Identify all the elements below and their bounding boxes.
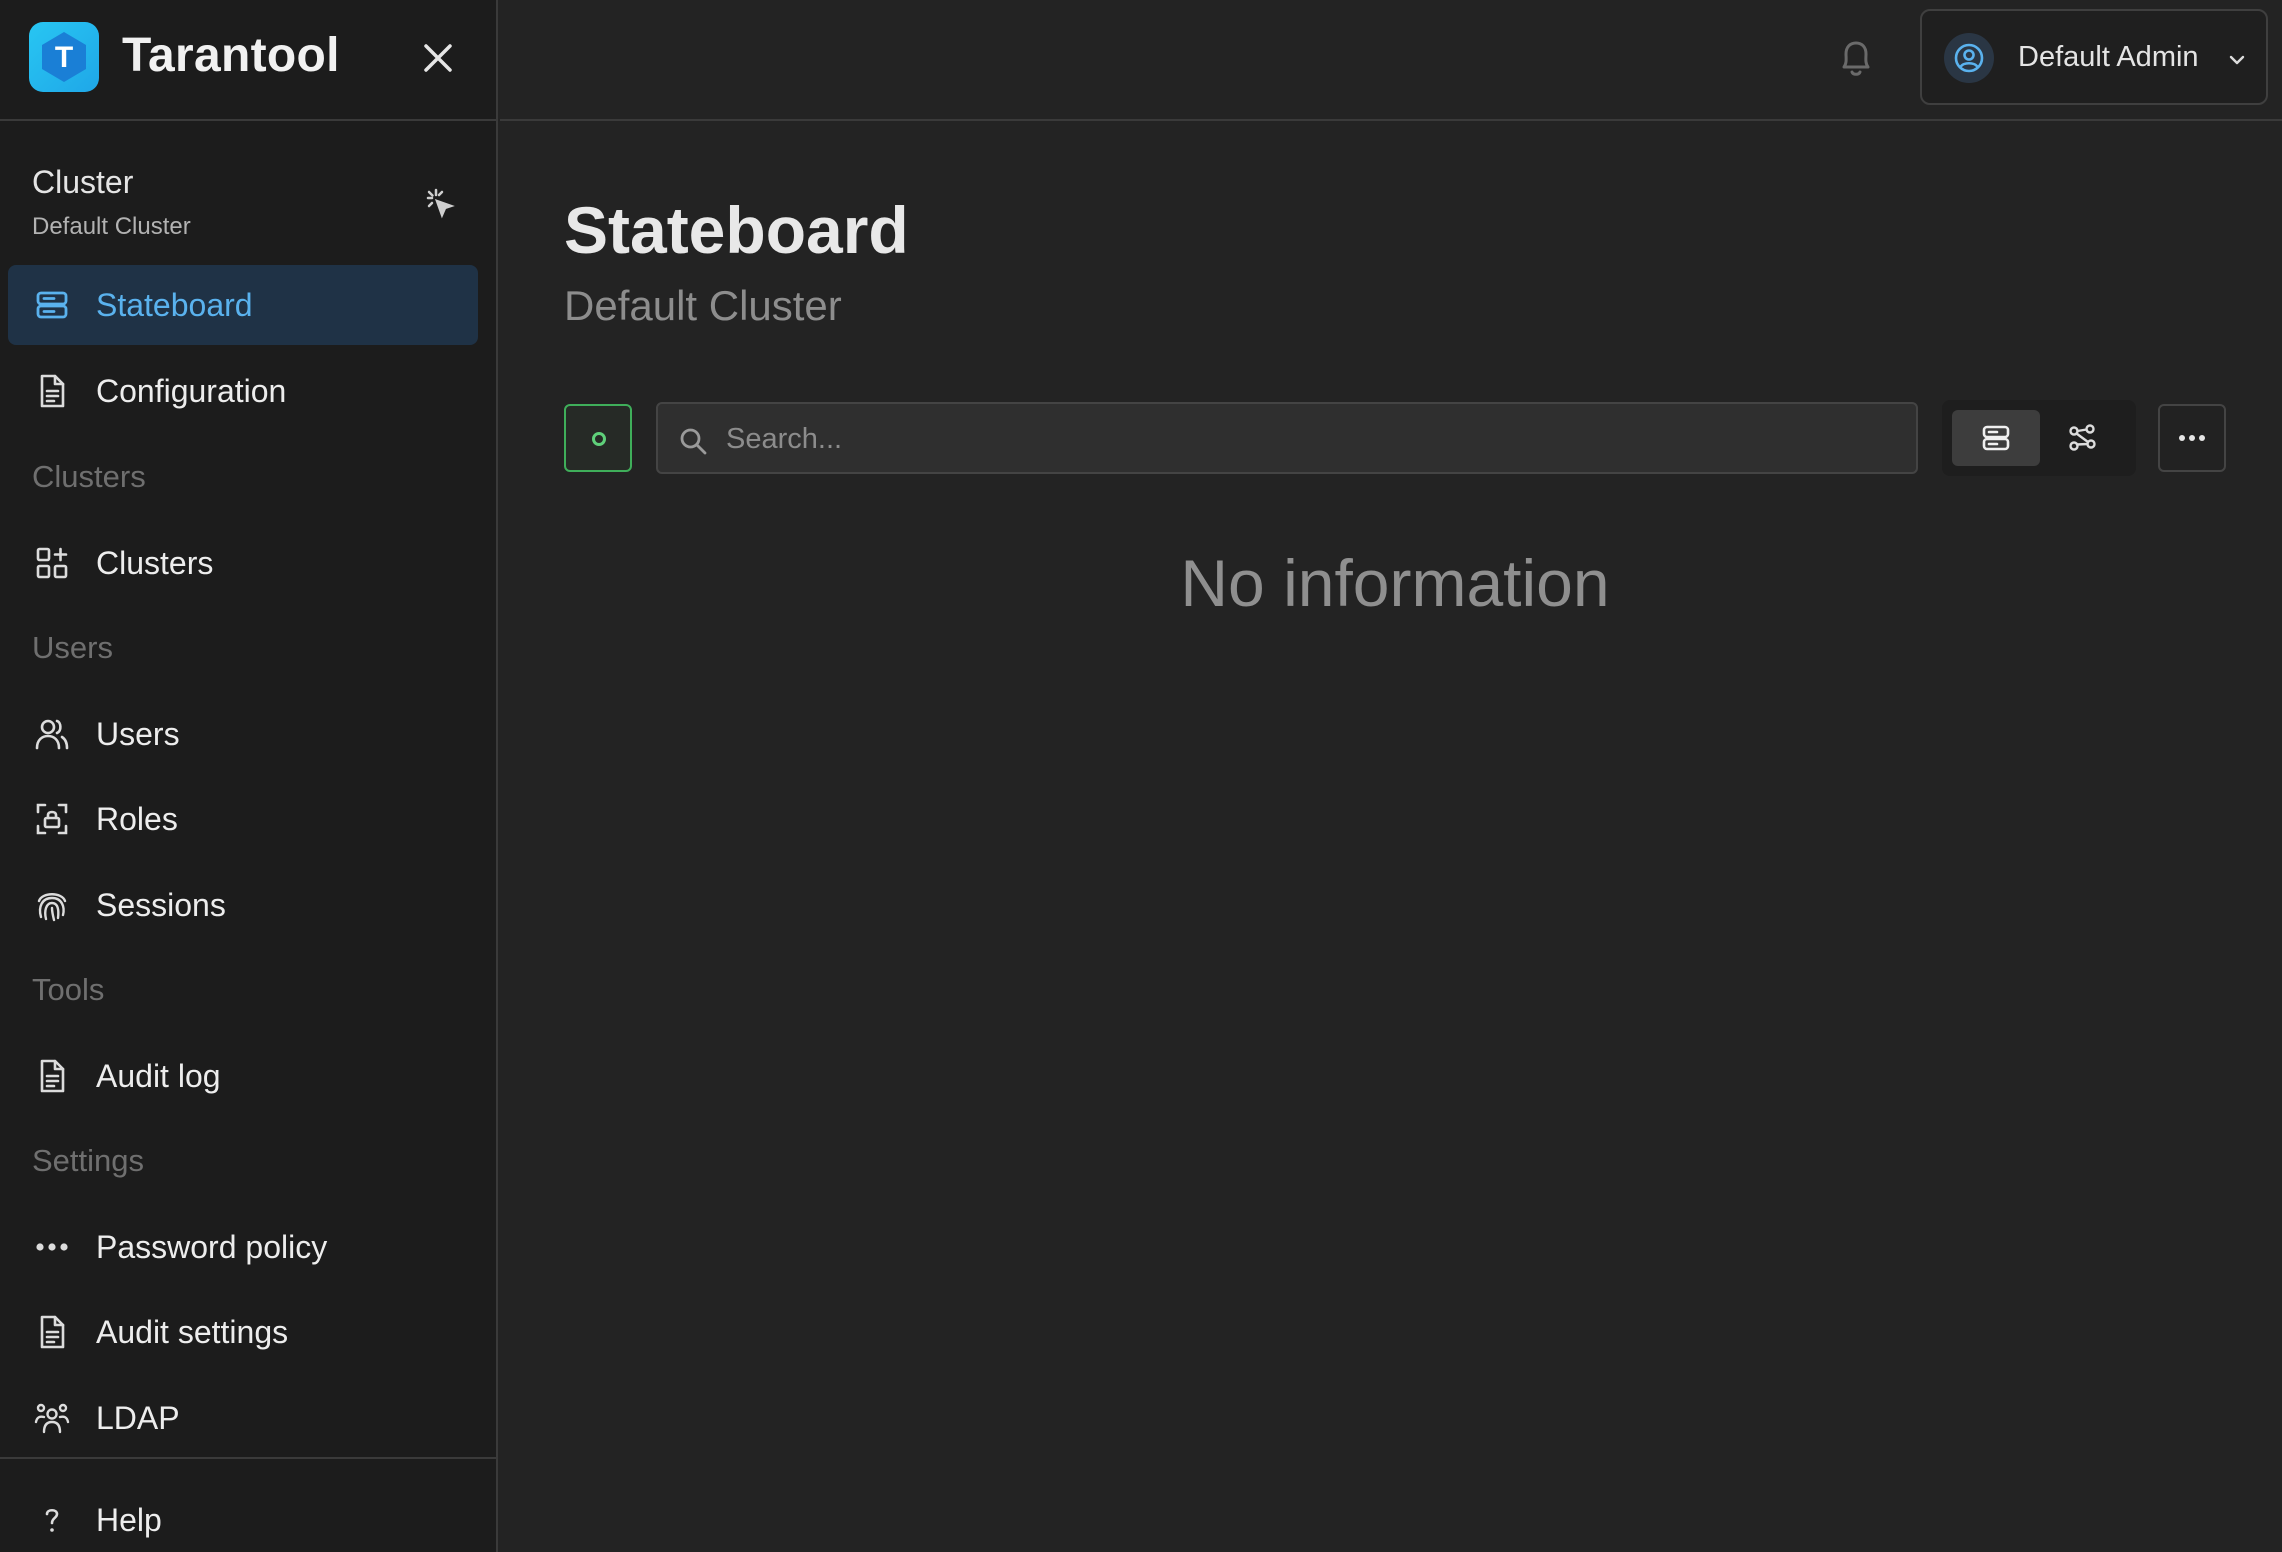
search-box	[656, 402, 1918, 474]
sidebar-item-audit-log[interactable]: Audit log	[8, 1036, 478, 1116]
group-icon	[34, 1403, 70, 1434]
app-window: T Tarantool Cluster Default Cluster Stat…	[0, 0, 2282, 1552]
server-icon	[1982, 425, 2010, 451]
sidebar-item-ldap[interactable]: LDAP	[8, 1378, 478, 1458]
svg-text:T: T	[55, 41, 73, 74]
sidebar-item-audit-settings[interactable]: Audit settings	[8, 1292, 478, 1372]
brand-bar: T Tarantool	[0, 0, 498, 121]
user-menu-button[interactable]: Default Admin	[1920, 9, 2268, 105]
document-icon	[40, 1059, 65, 1093]
chevron-down-icon	[2229, 55, 2245, 65]
sidebar-divider	[0, 1457, 498, 1459]
more-horizontal-icon	[2179, 435, 2205, 441]
cluster-title: Cluster	[32, 164, 134, 200]
status-filter-button[interactable]	[564, 404, 632, 472]
sidebar-item-roles[interactable]: Roles	[8, 779, 478, 859]
sidebar-item-label: Roles	[96, 801, 178, 837]
sidebar-item-stateboard[interactable]: Stateboard	[8, 265, 478, 345]
grid-add-icon	[36, 547, 68, 579]
sidebar-item-sessions[interactable]: Sessions	[8, 865, 478, 945]
more-options-button[interactable]	[2158, 404, 2226, 472]
lock-scan-icon	[36, 803, 68, 835]
section-title-users: Users	[32, 630, 113, 665]
tarantool-logo-icon: T	[29, 22, 99, 92]
password-dots-icon	[36, 1243, 68, 1251]
server-icon	[36, 291, 68, 319]
sidebar-item-clusters[interactable]: Clusters	[8, 523, 478, 603]
sidebar: T Tarantool Cluster Default Cluster Stat…	[0, 0, 498, 1552]
fingerprint-icon	[37, 893, 67, 922]
question-icon	[45, 1508, 59, 1532]
sidebar-item-configuration[interactable]: Configuration	[8, 351, 478, 431]
close-sidebar-button[interactable]	[418, 38, 458, 78]
section-title-clusters: Clusters	[32, 459, 146, 494]
sidebar-item-label: Audit log	[96, 1058, 221, 1094]
user-name: Default Admin	[2018, 41, 2199, 73]
sidebar-item-label: Stateboard	[96, 287, 253, 323]
page-title: Stateboard	[564, 193, 909, 267]
bell-icon	[1842, 41, 1870, 76]
view-toggle	[1942, 400, 2136, 476]
section-title-settings: Settings	[32, 1143, 145, 1178]
cluster-switch-button[interactable]	[420, 184, 460, 224]
search-input[interactable]	[726, 414, 1896, 464]
sidebar-item-password-policy[interactable]: Password policy	[8, 1207, 478, 1287]
page-subtitle: Default Cluster	[564, 282, 842, 329]
sidebar-item-help[interactable]: Help	[8, 1480, 478, 1552]
list-view-button[interactable]	[1952, 410, 2040, 466]
section-title-tools: Tools	[32, 972, 105, 1007]
sidebar-item-label: LDAP	[96, 1400, 180, 1436]
sidebar-item-label: Sessions	[96, 887, 226, 923]
sidebar-item-label: Password policy	[96, 1229, 328, 1265]
user-circle-icon	[1954, 43, 1984, 73]
users-icon	[35, 719, 69, 750]
empty-state-text: No information	[1180, 546, 1610, 620]
notifications-button[interactable]	[1834, 36, 1878, 80]
status-circle-icon	[592, 432, 606, 446]
brand-name: Tarantool	[122, 29, 340, 82]
sidebar-item-label: Users	[96, 716, 180, 752]
cluster-name: Default Cluster	[32, 213, 191, 240]
sidebar-item-label: Configuration	[96, 373, 287, 409]
sidebar-item-users[interactable]: Users	[8, 694, 478, 774]
sidebar-item-label: Audit settings	[96, 1314, 289, 1350]
search-icon	[680, 428, 707, 455]
close-icon	[424, 44, 452, 72]
document-icon	[40, 1315, 65, 1349]
sidebar-item-label: Clusters	[96, 545, 214, 581]
topology-icon	[2069, 424, 2096, 451]
avatar	[1944, 33, 1994, 83]
cluster-selector: Cluster Default Cluster	[32, 160, 472, 240]
graph-view-button[interactable]	[2038, 410, 2126, 466]
click-select-icon	[426, 188, 455, 219]
top-bar: Default Admin	[500, 0, 2282, 121]
sidebar-item-label: Help	[96, 1502, 162, 1538]
document-icon	[40, 374, 65, 408]
